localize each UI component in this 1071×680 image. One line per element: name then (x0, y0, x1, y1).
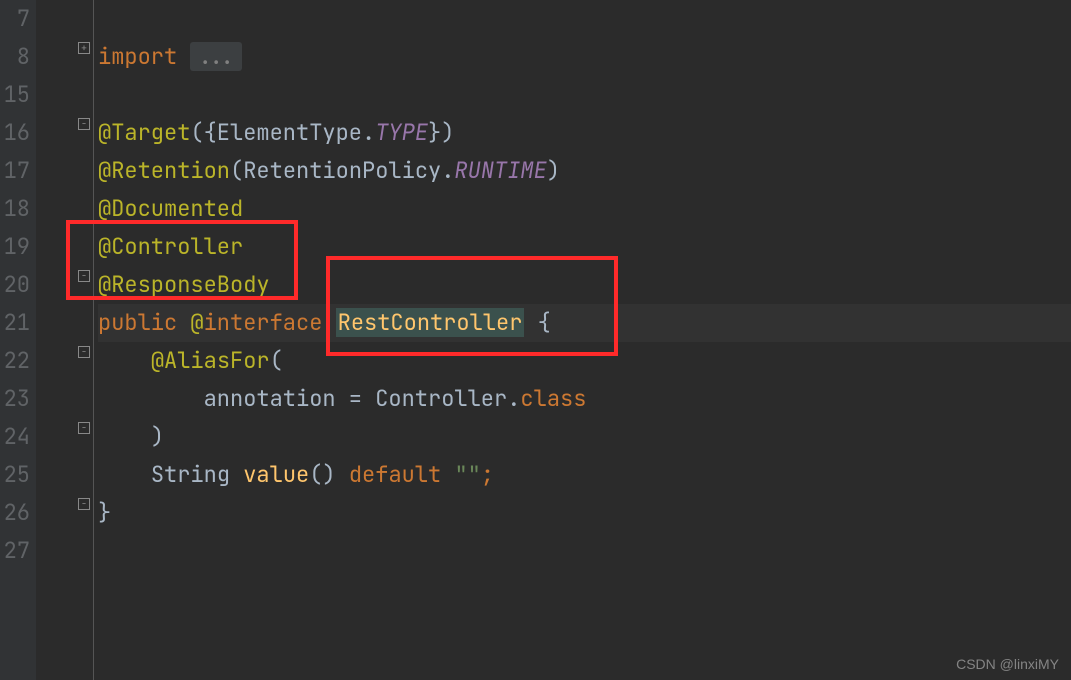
line-number: 15 (0, 76, 36, 114)
fold-collapse-icon[interactable]: − (78, 118, 90, 130)
line-number: 24 (0, 418, 36, 456)
line-number: 21 (0, 304, 36, 342)
identifier-restcontroller: RestController (336, 308, 525, 337)
annotation-responsebody: @ResponseBody (98, 270, 270, 299)
fold-column: + − − − − − (36, 0, 94, 680)
method-value: value (243, 460, 309, 489)
line-number: 8 (0, 38, 36, 76)
annotation-documented: @Documented (98, 194, 243, 223)
fold-end-icon[interactable]: − (78, 498, 90, 510)
line-number: 17 (0, 152, 36, 190)
enum-type: TYPE (375, 118, 428, 147)
keyword-public: public (98, 308, 190, 337)
line-number: 16 (0, 114, 36, 152)
line-number: 26 (0, 494, 36, 532)
annotation-retention: @Retention (98, 156, 230, 185)
line-number-gutter: 7 8 15 16 17 18 19 20 21 22 23 24 25 26 … (0, 0, 36, 680)
line-number: 7 (0, 0, 36, 38)
watermark: CSDN @linxiMY (956, 656, 1059, 672)
code-area[interactable]: import ... @Target({ElementType.TYPE}) @… (94, 0, 1071, 680)
enum-runtime: RUNTIME (454, 156, 546, 185)
fold-end-icon[interactable]: − (78, 422, 90, 434)
param-annotation: annotation = Controller (204, 384, 508, 413)
line-number: 22 (0, 342, 36, 380)
keyword-interface: interface (204, 308, 323, 337)
fold-collapse-icon[interactable]: − (78, 270, 90, 282)
code-editor[interactable]: 7 8 15 16 17 18 19 20 21 22 23 24 25 26 … (0, 0, 1071, 680)
annotation-aliasfor: @AliasFor (151, 346, 270, 375)
annotation-target: @Target (98, 118, 190, 147)
line-number: 19 (0, 228, 36, 266)
line-number: 20 (0, 266, 36, 304)
line-number: 27 (0, 532, 36, 570)
keyword-import: import (98, 42, 190, 71)
line-number: 25 (0, 456, 36, 494)
fold-expand-icon[interactable]: + (78, 42, 90, 54)
annotation-controller: @Controller (98, 232, 243, 261)
fold-collapse-icon[interactable]: − (78, 346, 90, 358)
line-number: 18 (0, 190, 36, 228)
line-number: 23 (0, 380, 36, 418)
folded-imports[interactable]: ... (190, 42, 242, 71)
